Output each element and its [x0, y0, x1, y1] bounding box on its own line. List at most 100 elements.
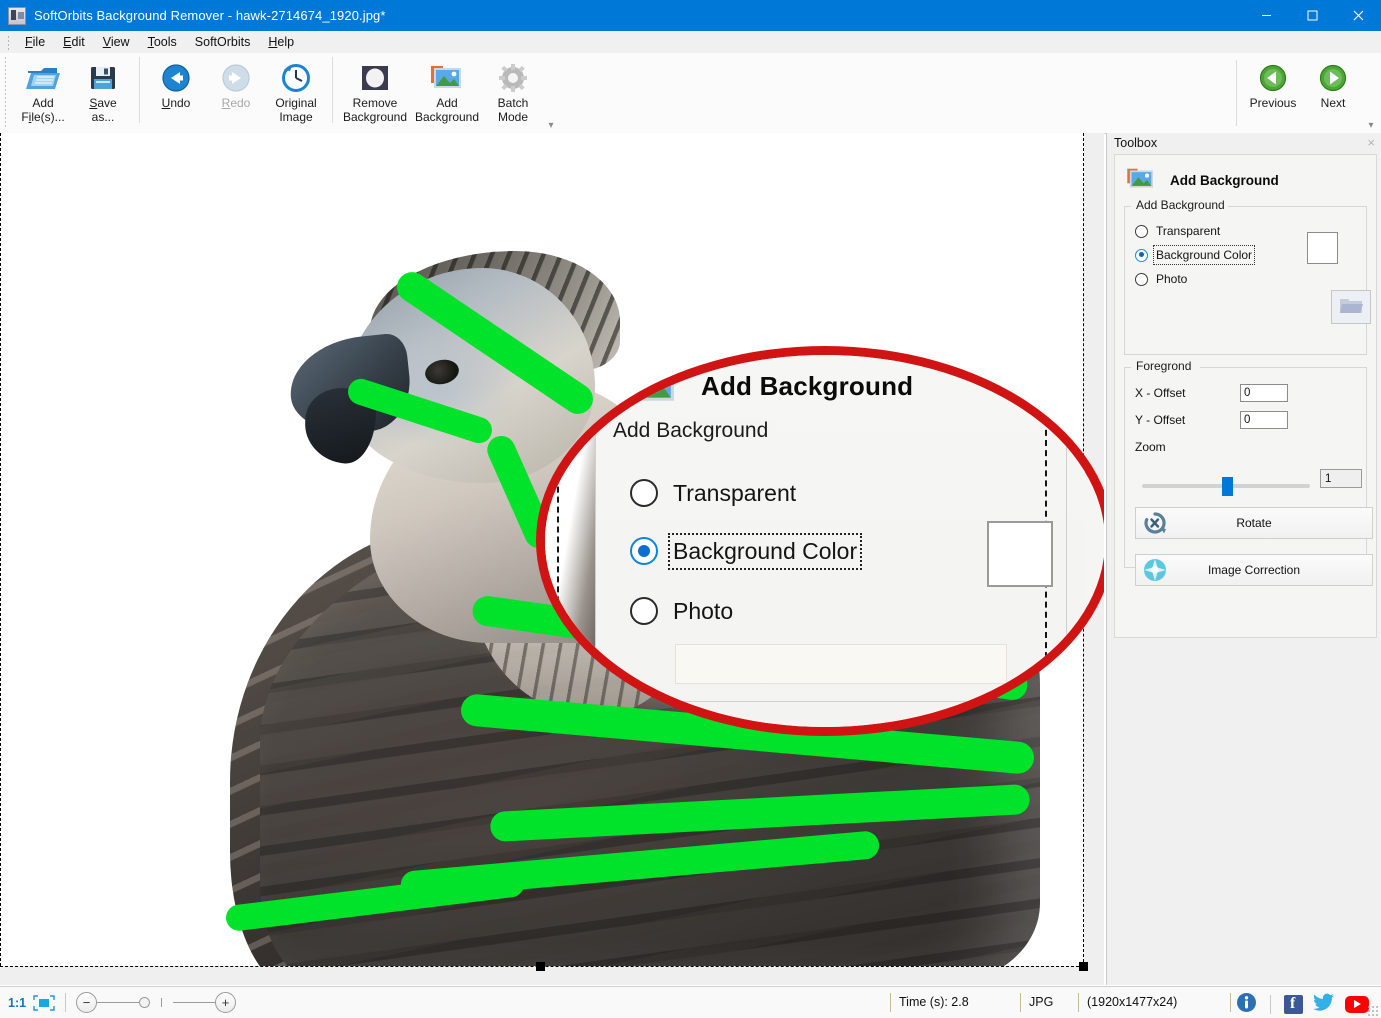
- zoom-ratio-label[interactable]: 1:1: [8, 996, 26, 1010]
- title-bar: SoftOrbits Background Remover - hawk-271…: [0, 0, 1381, 31]
- toolbox-header: Toolbox ×: [1107, 133, 1381, 153]
- radio-icon: [1135, 224, 1148, 238]
- zoom-tick: [161, 998, 163, 1007]
- window-title: SoftOrbits Background Remover - hawk-271…: [34, 8, 386, 23]
- magnified-radio-photo[interactable]: Photo: [630, 597, 733, 625]
- fit-to-screen-icon[interactable]: [33, 994, 55, 1011]
- redo-icon: [221, 62, 251, 94]
- remove-background-button[interactable]: Remove Background: [339, 56, 411, 135]
- magnified-panel-header: Add Background: [625, 363, 913, 410]
- previous-arrow-icon: [1259, 62, 1287, 94]
- radio-transparent[interactable]: Transparent: [1135, 224, 1220, 238]
- zoom-value-input[interactable]: 1: [1320, 469, 1362, 488]
- zoom-slider-control[interactable]: − +: [76, 992, 237, 1013]
- menu-tools[interactable]: Tools: [139, 33, 186, 51]
- radio-label: Background Color: [1152, 245, 1256, 265]
- youtube-icon[interactable]: [1345, 995, 1369, 1013]
- x-offset-input[interactable]: 0: [1240, 384, 1288, 402]
- menu-edit[interactable]: Edit: [54, 33, 94, 51]
- info-icon[interactable]: [1236, 992, 1257, 1016]
- toolbar-group-history: Undo Redo Original Image: [146, 53, 326, 134]
- application-window: SoftOrbits Background Remover - hawk-271…: [0, 0, 1381, 1018]
- status-format: JPG: [1029, 995, 1054, 1009]
- batch-mode-button[interactable]: Batch Mode: [483, 56, 543, 135]
- magnified-photo-edge: [545, 355, 595, 727]
- radio-icon-selected: [1135, 248, 1148, 262]
- remove-background-icon: [358, 62, 392, 94]
- menu-bar: FFileile Edit View Tools SoftOrbits Help: [0, 31, 1381, 54]
- zoom-label: Zoom: [1135, 440, 1166, 454]
- undo-button[interactable]: Undo: [146, 56, 206, 135]
- browse-photo-button[interactable]: [1331, 290, 1371, 324]
- toolbar: Add File(s)... Save as... Undo Redo Orig…: [0, 53, 1381, 134]
- panel-title: Add Background: [1170, 173, 1279, 188]
- magnified-radio-transparent[interactable]: Transparent: [630, 479, 796, 507]
- magnified-radio-label: Photo: [673, 597, 734, 624]
- magnified-color-swatch[interactable]: [987, 521, 1053, 587]
- add-files-button[interactable]: Add File(s)...: [13, 56, 73, 135]
- original-image-label: Original Image: [275, 96, 317, 124]
- ribbon-expand-icon[interactable]: ▾: [545, 121, 557, 131]
- close-button[interactable]: [1335, 0, 1381, 31]
- remove-background-label: Remove Background: [342, 96, 408, 124]
- radio-photo[interactable]: Photo: [1135, 272, 1187, 286]
- toolbox-title: Toolbox: [1114, 136, 1158, 150]
- redo-label: Redo: [221, 96, 251, 110]
- original-image-icon: [281, 62, 311, 94]
- toolbox-panel: Toolbox × Add Background Add Background …: [1106, 133, 1381, 985]
- save-as-label: Save as...: [89, 96, 117, 124]
- maximize-button[interactable]: [1289, 0, 1335, 31]
- image-correction-button[interactable]: Image Correction: [1135, 554, 1373, 586]
- magnified-photo-field[interactable]: [675, 644, 1007, 684]
- redo-button[interactable]: Redo: [206, 56, 266, 135]
- selection-handle[interactable]: [536, 962, 545, 971]
- status-dimensions: (1920x1477x24): [1087, 995, 1178, 1009]
- next-button[interactable]: Next: [1303, 56, 1363, 135]
- radio-label: Photo: [1156, 272, 1188, 286]
- rotate-button[interactable]: Rotate: [1135, 507, 1373, 539]
- save-as-icon: [89, 62, 117, 94]
- batch-mode-icon: [498, 62, 528, 94]
- selection-handle[interactable]: [1079, 962, 1088, 971]
- original-image-button[interactable]: Original Image: [266, 56, 326, 135]
- magnified-selection-edge-left: [557, 367, 559, 712]
- toolbar-separator-3: [1236, 60, 1237, 126]
- menu-help[interactable]: Help: [259, 33, 303, 51]
- status-zoom-controls: 1:1 − +: [8, 992, 237, 1013]
- add-background-button[interactable]: Add Background: [411, 56, 483, 135]
- app-icon: [8, 6, 26, 25]
- save-as-button[interactable]: Save as...: [73, 56, 133, 135]
- zoom-slider-thumb[interactable]: [1222, 477, 1233, 496]
- menu-file[interactable]: FFileile: [16, 33, 54, 51]
- facebook-icon[interactable]: [1284, 994, 1303, 1014]
- minimize-button[interactable]: [1243, 0, 1289, 31]
- image-canvas[interactable]: Add Background Add Background Transparen…: [0, 133, 1104, 985]
- ribbon-expand-icon-right[interactable]: ▾: [1365, 121, 1377, 131]
- magnified-radio-background-color[interactable]: Background Color: [630, 532, 863, 570]
- status-separator: [1270, 994, 1271, 1014]
- batch-mode-label: Batch Mode: [497, 96, 529, 124]
- menu-view[interactable]: View: [94, 33, 139, 51]
- toolbox-close-icon[interactable]: ×: [1367, 135, 1375, 150]
- y-offset-input[interactable]: 0: [1240, 411, 1288, 429]
- menu-softorbits[interactable]: SoftOrbits: [186, 33, 260, 51]
- status-divider: [1230, 993, 1231, 1012]
- zoom-out-button[interactable]: −: [76, 992, 98, 1013]
- previous-button[interactable]: Previous: [1243, 56, 1303, 135]
- add-background-icon: [430, 62, 464, 94]
- zoom-row: Zoom: [1135, 440, 1166, 454]
- zoom-slider[interactable]: [1142, 477, 1310, 496]
- resize-grip-icon[interactable]: [1367, 1005, 1378, 1016]
- radio-icon: [630, 597, 658, 625]
- add-files-icon: [26, 62, 60, 94]
- x-offset-row: X - Offset 0: [1135, 384, 1288, 402]
- zoom-in-button[interactable]: +: [215, 992, 237, 1013]
- zoom-knob[interactable]: [139, 997, 151, 1008]
- radio-background-color[interactable]: Background Color: [1135, 245, 1256, 265]
- status-social-icons: [1236, 992, 1369, 1016]
- image-correction-label: Image Correction: [1207, 563, 1301, 577]
- radio-icon-selected: [630, 537, 658, 565]
- add-background-legend: Add Background: [1132, 198, 1229, 212]
- background-color-swatch[interactable]: [1307, 232, 1338, 264]
- twitter-icon[interactable]: [1313, 993, 1335, 1015]
